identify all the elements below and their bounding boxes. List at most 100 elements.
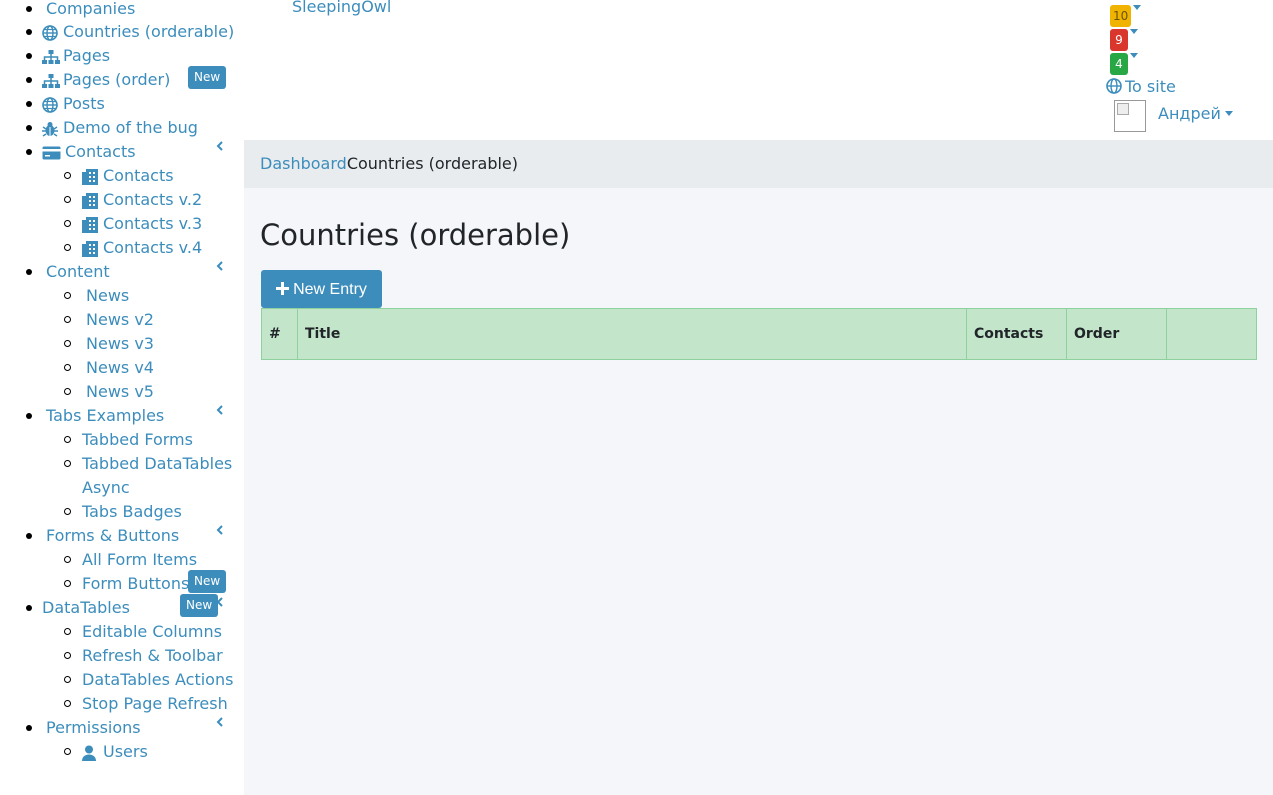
- sidebar-item-news-v2[interactable]: News v2: [64, 308, 154, 332]
- to-site-link[interactable]: To site: [1106, 77, 1176, 96]
- sidebar-item-posts[interactable]: Posts: [26, 92, 105, 116]
- column-header-actions: [1166, 308, 1257, 360]
- sidebar-item-label: Forms & Buttons: [46, 526, 180, 545]
- chevron-left-icon[interactable]: [216, 525, 226, 535]
- sidebar-item-refresh-toolbar[interactable]: Refresh & Toolbar: [64, 644, 223, 668]
- list-bullet: [64, 676, 71, 683]
- new-entry-label: New Entry: [293, 281, 367, 298]
- column-header-order[interactable]: Order: [1066, 308, 1167, 360]
- sidebar-item-label: News v2: [86, 310, 154, 329]
- list-bullet: [64, 580, 71, 587]
- sidebar-item-label: News: [86, 286, 130, 305]
- sidebar-item-label: News v4: [86, 358, 154, 377]
- user-menu-dropdown[interactable]: Андрей: [1158, 104, 1233, 123]
- chevron-left-icon[interactable]: [216, 717, 226, 727]
- sidebar-item-editable-columns[interactable]: Editable Columns: [64, 620, 222, 644]
- sidebar-item-datatables[interactable]: DataTables: [26, 596, 130, 620]
- column-header-contacts[interactable]: Contacts: [966, 308, 1067, 360]
- sidebar-item-contacts-v4[interactable]: Contacts v.4: [64, 236, 203, 260]
- sidebar-item-label: Users: [103, 742, 148, 761]
- list-bullet: [26, 77, 32, 83]
- column-header-id[interactable]: #: [261, 308, 298, 360]
- sidebar-item-news-v4[interactable]: News v4: [64, 356, 154, 380]
- sidebar-item-contacts-group[interactable]: Contacts: [26, 140, 136, 164]
- sidebar-item-form-buttons[interactable]: Form Buttons: [64, 572, 190, 596]
- sidebar-item-label: Stop Page Refresh: [82, 694, 228, 713]
- sidebar-item-tabbed-datatables-async[interactable]: Async: [82, 476, 130, 500]
- list-bullet: [64, 700, 71, 707]
- list-bullet: [26, 125, 32, 131]
- chevron-left-icon[interactable]: [216, 141, 226, 151]
- sidebar-item-companies[interactable]: Companies: [26, 0, 135, 21]
- list-bullet: [64, 196, 71, 203]
- sidebar-item-label: News v5: [86, 382, 154, 401]
- sidebar-item-all-form-items[interactable]: All Form Items: [64, 548, 197, 572]
- sidebar-item-label: Contacts v.4: [103, 238, 203, 257]
- list-bullet: [64, 460, 71, 467]
- globe-icon: [1106, 78, 1122, 94]
- sidebar-item-tabbed-forms[interactable]: Tabbed Forms: [64, 428, 193, 452]
- sidebar-item-contacts-v2[interactable]: Contacts v.2: [64, 188, 202, 212]
- sidebar-item-label: Tabbed Forms: [82, 430, 193, 449]
- sidebar-item-label: Contacts v.3: [103, 214, 203, 233]
- new-badge: New: [188, 570, 227, 593]
- sidebar-item-tabs-badges[interactable]: Tabs Badges: [64, 500, 182, 524]
- sidebar-item-tabs-examples[interactable]: Tabs Examples: [26, 404, 164, 428]
- sidebar-item-label: Countries (orderable): [63, 22, 235, 41]
- sidebar-item-forms-buttons[interactable]: Forms & Buttons: [26, 524, 180, 548]
- list-bullet: [64, 508, 71, 515]
- sidebar-item-tabbed-datatables[interactable]: Tabbed DataTables: [64, 452, 232, 476]
- breadcrumb: DashboardCountries (orderable): [244, 140, 1273, 188]
- list-bullet: [26, 269, 32, 275]
- content-area: DashboardCountries (orderable) Countries…: [244, 140, 1273, 795]
- sitemap-icon: [42, 73, 60, 89]
- chevron-left-icon[interactable]: [216, 405, 226, 415]
- notification-dropdown[interactable]: 9: [1110, 29, 1138, 51]
- list-bullet: [64, 340, 71, 347]
- top-navbar: SleepingOwl 10 9 4 To site Андрей: [244, 0, 1273, 140]
- sidebar-item-pages-order[interactable]: Pages (order): [26, 68, 170, 92]
- sidebar-item-news-v5[interactable]: News v5: [64, 380, 154, 404]
- user-name-label: Андрей: [1158, 104, 1221, 123]
- bug-icon: [42, 121, 60, 137]
- sidebar-item-pages[interactable]: Pages: [26, 44, 110, 68]
- list-bullet: [26, 605, 32, 611]
- sidebar-item-permissions[interactable]: Permissions: [26, 716, 141, 740]
- list-bullet: [26, 533, 32, 539]
- sidebar-item-news[interactable]: News: [64, 284, 130, 308]
- notification-dropdown[interactable]: 4: [1110, 53, 1138, 75]
- sidebar-item-news-v3[interactable]: News v3: [64, 332, 154, 356]
- sidebar-item-users[interactable]: Users: [64, 740, 148, 764]
- list-bullet: [64, 172, 71, 179]
- sidebar-item-contacts[interactable]: Contacts: [64, 164, 174, 188]
- list-bullet: [26, 29, 32, 35]
- to-site-label: To site: [1125, 77, 1176, 96]
- sidebar-item-label: Permissions: [46, 718, 141, 737]
- list-bullet: [26, 53, 32, 59]
- notification-count-badge: 4: [1110, 53, 1128, 75]
- brand-link[interactable]: SleepingOwl: [292, 0, 391, 16]
- table-header-row: # Title Contacts Order: [261, 308, 1257, 360]
- chevron-left-icon[interactable]: [216, 261, 226, 271]
- sidebar-item-label: Form Buttons: [82, 574, 190, 593]
- breadcrumb-dashboard-link[interactable]: Dashboard: [260, 154, 347, 173]
- new-entry-button[interactable]: New Entry: [261, 270, 382, 308]
- column-header-title[interactable]: Title: [297, 308, 967, 360]
- list-bullet: [26, 413, 32, 419]
- sidebar-item-contacts-v3[interactable]: Contacts v.3: [64, 212, 203, 236]
- sidebar-item-label: Content: [46, 262, 110, 281]
- building-icon: [82, 168, 100, 185]
- sidebar-item-stop-page-refresh[interactable]: Stop Page Refresh: [64, 692, 228, 716]
- avatar[interactable]: [1114, 100, 1146, 132]
- sidebar-item-demo-bug[interactable]: Demo of the bug: [26, 116, 198, 140]
- sidebar-item-countries-orderable[interactable]: Countries (orderable): [26, 20, 235, 44]
- sidebar-item-label: Refresh & Toolbar: [82, 646, 223, 665]
- sidebar: Companies Countries (orderable) Pages Pa…: [0, 0, 244, 795]
- sidebar-item-datatables-actions[interactable]: DataTables Actions: [64, 668, 233, 692]
- data-table: # Title Contacts Order: [261, 308, 1257, 360]
- sidebar-item-label: Contacts: [65, 142, 136, 161]
- user-icon: [82, 745, 100, 761]
- globe-icon: [42, 96, 60, 113]
- notification-dropdown[interactable]: 10: [1110, 5, 1142, 27]
- sidebar-item-content[interactable]: Content: [26, 260, 110, 284]
